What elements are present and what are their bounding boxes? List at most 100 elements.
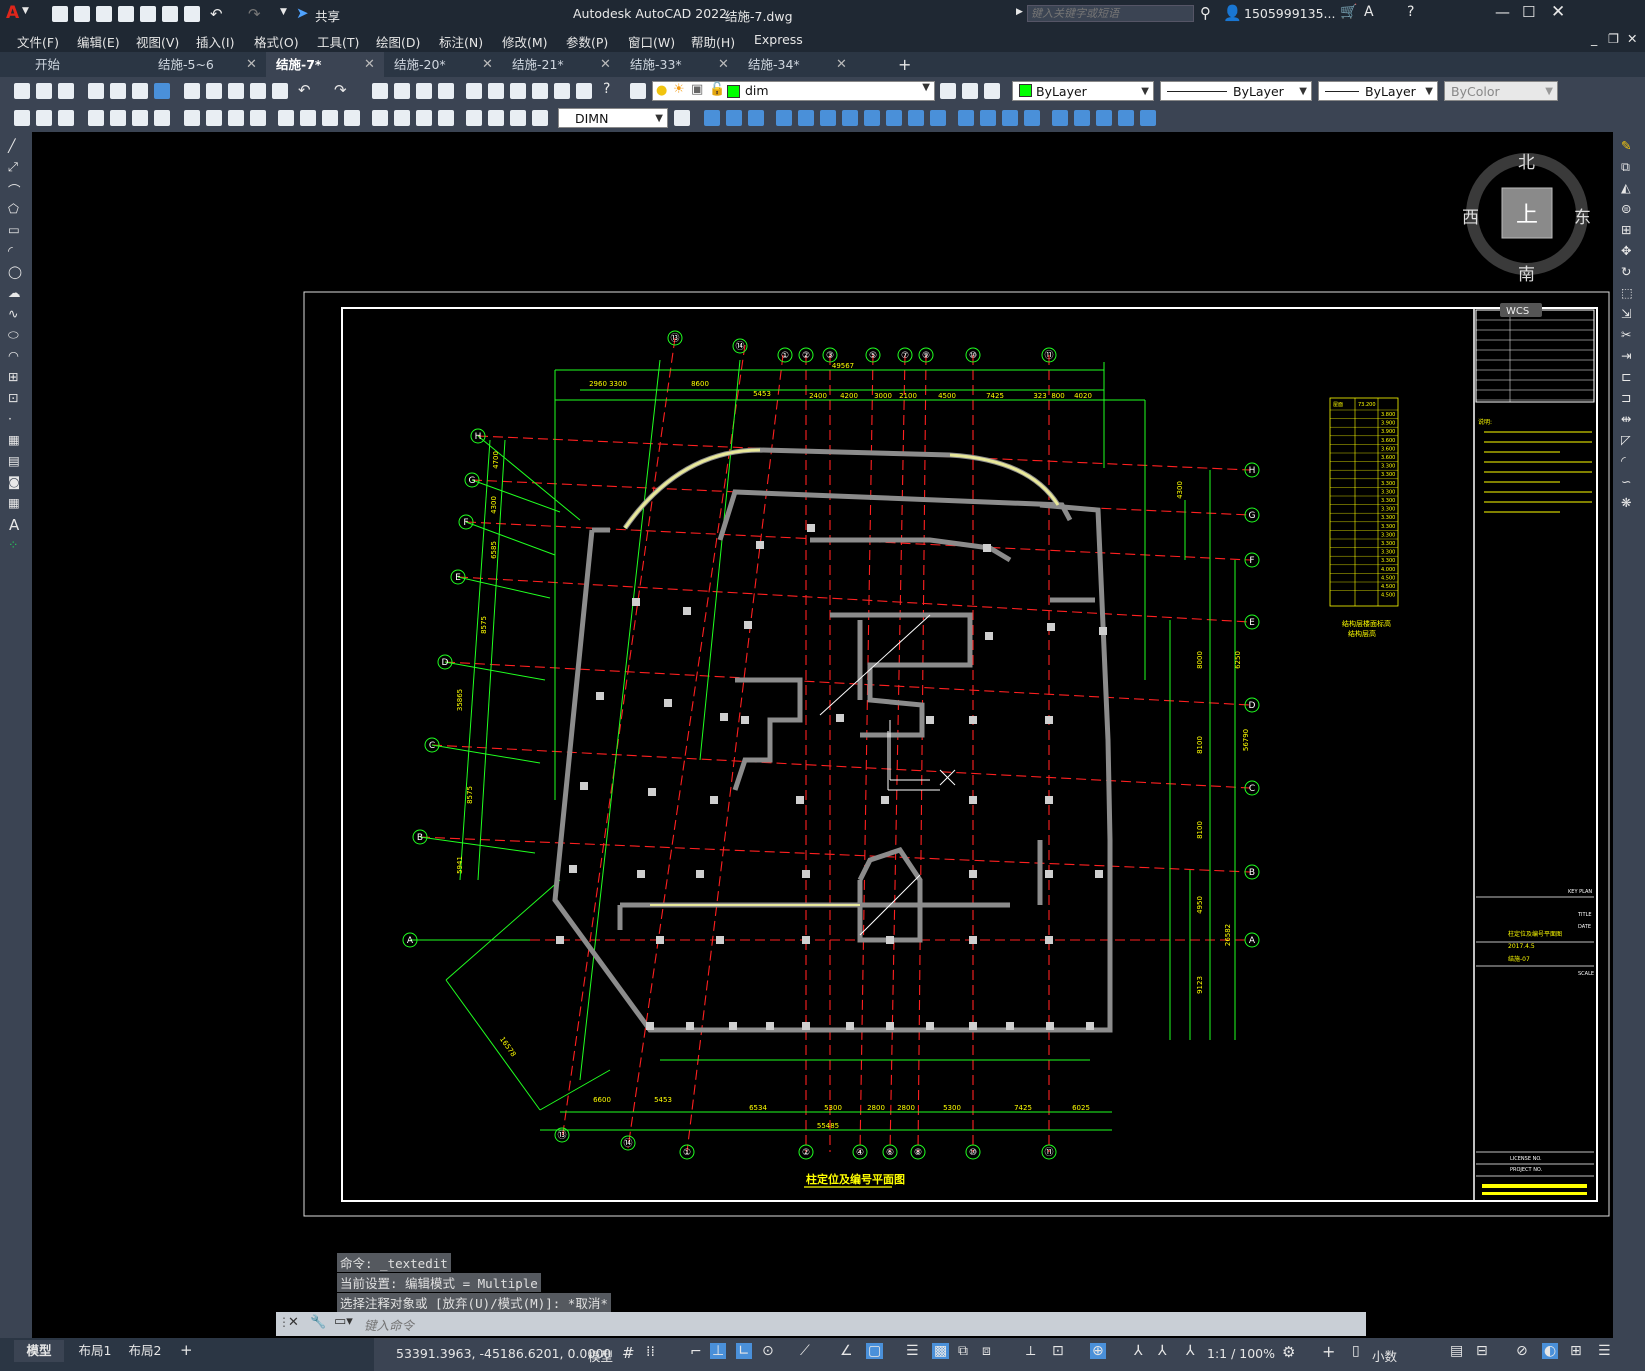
tolerance-icon[interactable] <box>322 110 338 126</box>
workspace-gear-icon[interactable]: ⚙ <box>1282 1343 1295 1361</box>
3d-osnap-icon[interactable]: ⧈ <box>982 1343 991 1359</box>
redo-icon[interactable]: ↷ <box>334 81 347 99</box>
menu-express[interactable]: Express <box>754 32 803 47</box>
center-mark-icon[interactable] <box>344 110 360 126</box>
menu-view[interactable]: 视图(V) <box>136 32 179 51</box>
viewcube-north[interactable]: 北 <box>1518 153 1535 173</box>
dim-continue-icon[interactable] <box>250 110 266 126</box>
viewport-freeze-icon[interactable]: ▣ <box>691 82 703 97</box>
transparency-icon[interactable]: ▩ <box>932 1343 950 1359</box>
dim-update-icon[interactable] <box>466 110 482 126</box>
trim-icon[interactable]: ✂ <box>1621 327 1631 342</box>
zoom-window-icon[interactable] <box>416 83 432 99</box>
dim-angular-icon[interactable] <box>184 110 200 126</box>
inspection-icon[interactable] <box>372 110 388 126</box>
fillet-icon[interactable]: ◜ <box>1621 453 1626 468</box>
isodraft-icon[interactable]: ⟋ <box>800 1343 810 1359</box>
dimstyle-dropdown[interactable]: DIMN ▼ <box>558 108 668 128</box>
dim-break-icon[interactable] <box>300 110 316 126</box>
save-web-icon[interactable] <box>162 6 178 22</box>
user-account[interactable]: 1505999135... <box>1244 6 1335 21</box>
dim-text-edit-icon[interactable] <box>438 110 454 126</box>
dynamic-input-icon[interactable]: ⊥ <box>710 1343 727 1359</box>
chamfer-icon[interactable]: ◸ <box>1621 432 1631 447</box>
auto-scale-icon[interactable]: ⅄ <box>1158 1343 1167 1359</box>
wcs-label[interactable]: WCS <box>1506 306 1529 317</box>
ortho-icon[interactable]: ∟ <box>736 1343 752 1359</box>
join-icon[interactable]: ⇹ <box>1621 411 1631 426</box>
polar-icon[interactable]: ⊙ <box>762 1343 774 1359</box>
publish-icon[interactable] <box>132 83 148 99</box>
autodesk-app-icon[interactable]: A <box>1364 4 1374 20</box>
region-icon[interactable]: ◙ <box>8 474 20 489</box>
layout-tab-2[interactable]: 布局2 <box>120 1340 170 1362</box>
undo-icon[interactable]: ↶ <box>298 81 311 99</box>
menu-edit[interactable]: 编辑(E) <box>77 32 120 51</box>
new-file-icon[interactable] <box>52 6 68 22</box>
doc-close-icon[interactable]: ✕ <box>1627 31 1637 46</box>
menu-file[interactable]: 文件(F) <box>17 32 59 51</box>
dynamic-ucs-icon[interactable]: ⟂ <box>1026 1343 1035 1359</box>
revision-cloud-icon[interactable]: ☁ <box>8 285 21 300</box>
tab-start[interactable]: 开始 <box>0 52 148 77</box>
command-input[interactable] <box>362 1314 1356 1336</box>
copy-object-icon[interactable]: ⧉ <box>1621 159 1630 175</box>
jogged-linear-icon[interactable] <box>394 110 410 126</box>
quick-dim-icon[interactable] <box>206 110 222 126</box>
menu-modify[interactable]: 修改(M) <box>502 32 548 51</box>
3d-subtract-icon[interactable] <box>1024 110 1040 126</box>
3d-revolve-icon[interactable] <box>958 110 974 126</box>
tab-jieshi-34[interactable]: 结施-34* ✕ <box>738 52 856 77</box>
isolate-objects-icon[interactable]: ⊘ <box>1516 1343 1528 1359</box>
layer-previous-icon[interactable] <box>962 83 978 99</box>
plot-icon[interactable] <box>88 83 104 99</box>
sheet-set-icon[interactable] <box>532 83 548 99</box>
quick-properties-icon[interactable]: ▤ <box>1450 1343 1463 1359</box>
customize-arrow-icon[interactable]: ▼ <box>280 7 287 17</box>
lightbulb-icon[interactable]: ● <box>656 83 667 98</box>
viewcube-south[interactable]: 南 <box>1518 265 1535 285</box>
preview-icon[interactable] <box>110 83 126 99</box>
make-current-icon[interactable] <box>940 83 956 99</box>
share-button[interactable]: 共享 <box>315 6 340 25</box>
user-icon[interactable]: 👤 <box>1223 4 1242 22</box>
erase-icon[interactable]: ✎ <box>1621 138 1631 153</box>
recent-commands-icon[interactable]: ▭▾ <box>334 1314 353 1329</box>
redo-icon[interactable]: ↷ <box>248 5 261 23</box>
viewcube-east[interactable]: 东 <box>1574 208 1591 228</box>
help-icon[interactable]: ? <box>1407 4 1414 20</box>
layout-tab-model[interactable]: 模型 <box>14 1340 64 1362</box>
lineweight-dropdown[interactable]: ByLayer ▼ <box>1318 81 1438 101</box>
annotation-monitor-icon[interactable]: + <box>1322 1342 1335 1361</box>
layer-manager-icon[interactable] <box>630 83 646 99</box>
object-snap-tracking-icon[interactable]: ∠ <box>840 1343 853 1359</box>
dim-jogged-icon[interactable] <box>132 110 148 126</box>
break-point-icon[interactable]: ⊏ <box>1621 369 1631 384</box>
zoom-previous-icon[interactable] <box>438 83 454 99</box>
annotation-visibility-icon[interactable]: ⅄ <box>1134 1343 1143 1359</box>
close-icon[interactable]: ✕ <box>836 52 847 77</box>
close-window-icon[interactable]: ✕ <box>1551 2 1565 22</box>
block-editor-icon[interactable] <box>272 83 288 99</box>
3d-loft-icon[interactable] <box>980 110 996 126</box>
tab-jieshi-33[interactable]: 结施-33* ✕ <box>620 52 738 77</box>
gradient-icon[interactable]: ▤ <box>8 453 20 468</box>
lineweight-display-icon[interactable]: ☰ <box>906 1343 919 1359</box>
3d-wedge-icon[interactable] <box>726 110 742 126</box>
tab-jieshi-5-6[interactable]: 结施-5~6 ✕ <box>148 52 266 77</box>
plot-icon[interactable] <box>184 6 200 22</box>
minimize-icon[interactable]: — <box>1495 3 1510 21</box>
mtext-icon[interactable]: A <box>9 516 19 534</box>
layer-states-icon[interactable] <box>984 83 1000 99</box>
extend-icon[interactable]: ⇥ <box>1621 348 1631 363</box>
copy-icon[interactable] <box>206 83 222 99</box>
drawing-canvas[interactable]: ⑬ ⑭ ① ② ③ ⑤ ⑦ ⑨ ⑩ ⑪ ⑬ ⑭ ① ② ④ ⑥ ⑧ ⑩ ⑪ H G F E D C B A H G F E D C B A 2960… <box>32 132 1613 1338</box>
undo-icon[interactable]: ↶ <box>210 5 223 23</box>
customize-wrench-icon[interactable]: 🔧 <box>310 1315 326 1330</box>
grid-icon[interactable]: # <box>622 1344 635 1362</box>
arc-icon[interactable]: ◜ <box>8 243 13 258</box>
add-layout-icon[interactable]: + <box>180 1341 193 1359</box>
annotation-scale-value[interactable]: 1:1 / 100% <box>1207 1346 1275 1361</box>
doc-restore-icon[interactable]: ❐ <box>1608 31 1619 46</box>
gizmo-icon[interactable]: ⊕ <box>1090 1343 1106 1359</box>
